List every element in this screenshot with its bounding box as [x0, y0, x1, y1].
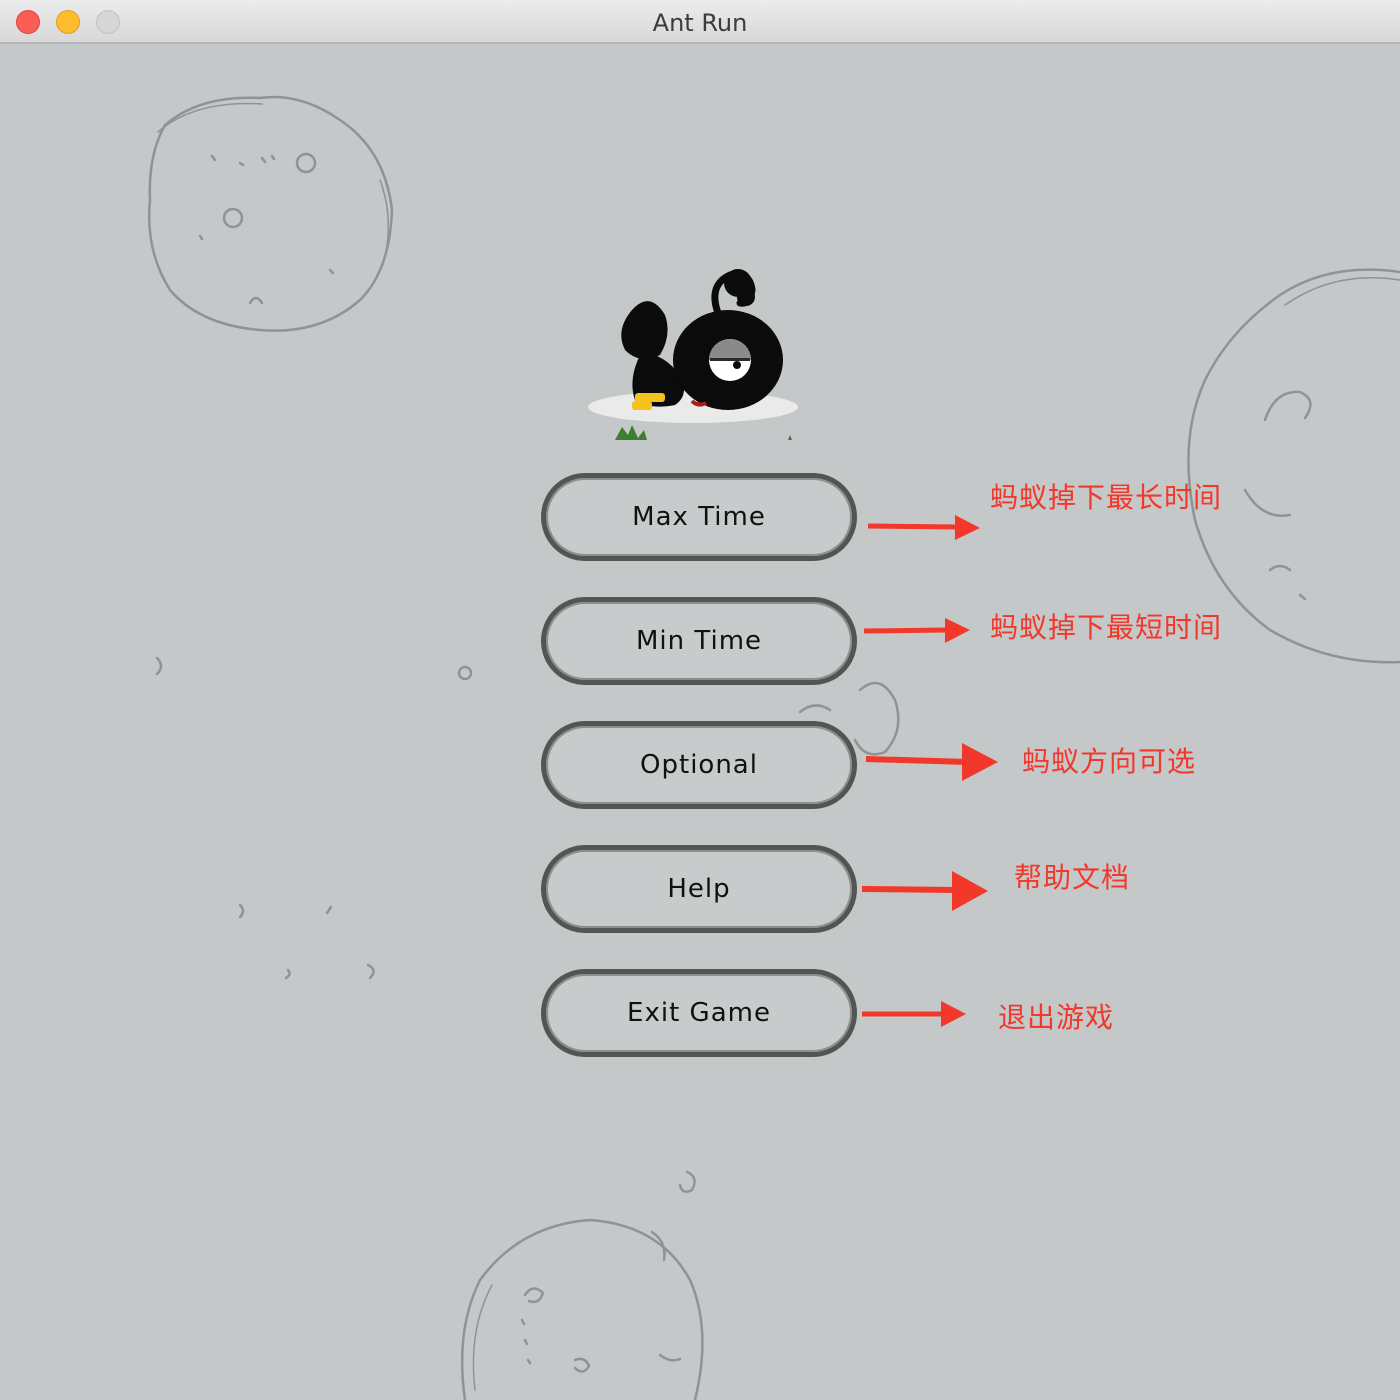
sketch-blob-right — [1187, 268, 1400, 664]
title-bar: Ant Run — [0, 0, 1400, 44]
sketch-blob-bottom — [460, 1218, 704, 1400]
annotation-help: 帮助文档 — [1014, 861, 1131, 894]
max-time-button[interactable]: Max Time — [541, 473, 857, 561]
window-title: Ant Run — [652, 9, 748, 37]
help-button[interactable]: Help — [541, 845, 857, 933]
annotation-min-time: 蚂蚁掉下最短时间 — [990, 611, 1223, 644]
optional-button[interactable]: Optional — [541, 721, 857, 809]
game-window: Ant Run Max Time Min Time Optional Help … — [0, 0, 1400, 1400]
exit-game-button[interactable]: Exit Game — [541, 969, 857, 1057]
min-time-button[interactable]: Min Time — [541, 597, 857, 685]
ant-mascot-icon — [588, 269, 798, 440]
annotation-exit-game: 退出游戏 — [998, 1001, 1115, 1034]
sketch-rock-middle — [853, 681, 900, 756]
annotation-optional: 蚂蚁方向可选 — [1022, 745, 1197, 778]
annotation-max-time: 蚂蚁掉下最长时间 — [990, 481, 1223, 514]
sketch-blob-top-left — [147, 95, 394, 332]
